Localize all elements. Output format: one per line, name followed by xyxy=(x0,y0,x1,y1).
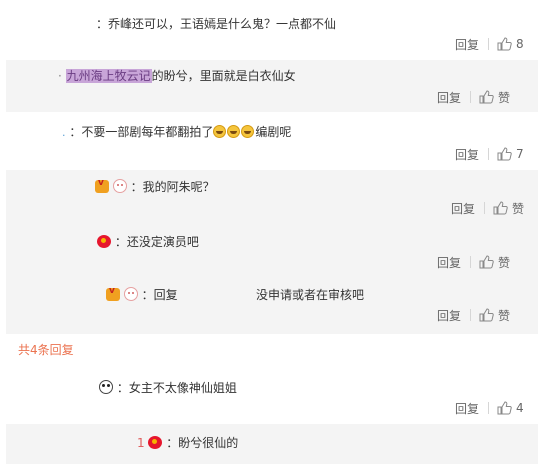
reply-body: 的盼兮，里面就是白衣仙女 xyxy=(151,69,296,83)
thumbs-up-icon xyxy=(479,90,494,104)
divider xyxy=(488,38,490,50)
thumbs-up-icon xyxy=(497,147,512,161)
comment-prefix: . xyxy=(62,126,66,139)
comment-body: ：乔峰还可以，王语嫣是什么鬼？一点都不仙 xyxy=(96,17,337,31)
like-button[interactable]: 7 xyxy=(497,147,524,161)
like-button[interactable]: 赞 xyxy=(479,254,510,271)
like-button[interactable]: 赞 xyxy=(479,307,510,324)
like-label: 赞 xyxy=(498,255,511,270)
weibo-logo-icon xyxy=(97,235,111,248)
like-label: 赞 xyxy=(512,201,525,216)
comment-actions: 回复 4 xyxy=(455,399,524,417)
divider xyxy=(488,402,490,414)
panda-avatar-icon xyxy=(99,380,113,394)
reply-text: ：我的阿朱呢？ xyxy=(95,178,215,195)
reply-body: ：回复 xyxy=(141,288,178,302)
bunny-avatar-icon xyxy=(123,287,138,301)
thumbs-up-icon xyxy=(479,308,494,322)
weibo-logo-icon xyxy=(148,436,163,449)
like-label: 赞 xyxy=(498,90,511,105)
reply-prefix: 1 xyxy=(137,436,145,450)
like-count: 4 xyxy=(516,401,524,415)
divider xyxy=(484,202,486,214)
reply-text: · 九州海上牧云记的盼兮，里面就是白衣仙女 xyxy=(58,67,296,84)
comment-actions: 回复 7 xyxy=(455,145,524,163)
comment-body: ：不要一部剧每年都翻拍了 xyxy=(69,125,214,139)
comment-actions: 回复 8 xyxy=(455,35,524,53)
like-button[interactable]: 赞 xyxy=(479,89,510,106)
thumbs-up-icon xyxy=(479,255,494,269)
reply-body: ：我的阿朱呢？ xyxy=(130,180,215,194)
like-count: 8 xyxy=(516,37,524,51)
reply-button[interactable]: 回复 xyxy=(451,200,475,217)
divider xyxy=(470,256,472,268)
like-count: 7 xyxy=(516,147,524,161)
like-button[interactable]: 赞 xyxy=(493,200,524,217)
reply-prefix: · xyxy=(58,69,62,83)
thumbs-up-icon xyxy=(497,37,512,51)
comment-body: ：女主不太像神仙姐姐 xyxy=(116,381,237,395)
divider xyxy=(470,91,472,103)
reply-button[interactable]: 回复 xyxy=(455,146,479,163)
reply-button[interactable]: 回复 xyxy=(437,254,461,271)
drama-title-highlight[interactable]: 九州海上牧云记 xyxy=(65,69,152,83)
thumbs-up-icon xyxy=(493,201,508,215)
reply-band-3 xyxy=(6,424,538,464)
more-replies-link[interactable]: 共4条回复 xyxy=(18,341,74,358)
vip-badge-icon xyxy=(95,178,109,193)
laugh-cry-emoji xyxy=(241,125,255,138)
reply-button[interactable]: 回复 xyxy=(455,400,479,417)
reply-button[interactable]: 回复 xyxy=(455,36,479,53)
reply-text: ：回复 没申请或者在审核吧 xyxy=(106,286,364,303)
reply-body: ：还没定演员吧 xyxy=(114,235,199,249)
divider xyxy=(470,309,472,321)
comment-body-end: 编剧呢 xyxy=(255,125,292,139)
like-label: 赞 xyxy=(498,308,511,323)
comment-text: ：乔峰还可以，王语嫣是什么鬼？一点都不仙 xyxy=(96,15,336,32)
vip-badge-icon xyxy=(106,286,120,301)
reply-body: ：盼兮很仙的 xyxy=(166,436,239,450)
reply-actions: 回复 赞 xyxy=(437,253,510,271)
reply-body-end: 没申请或者在审核吧 xyxy=(256,288,365,302)
reply-actions: 回复 赞 xyxy=(437,88,510,106)
comment-text: . ：不要一部剧每年都翻拍了 编剧呢 xyxy=(62,123,291,140)
laugh-cry-emoji xyxy=(227,125,241,138)
like-button[interactable]: 8 xyxy=(497,37,524,51)
thumbs-up-icon xyxy=(497,401,512,415)
reply-text: 1 ：盼兮很仙的 xyxy=(137,434,238,451)
reply-button[interactable]: 回复 xyxy=(437,307,461,324)
laugh-cry-emoji xyxy=(213,125,227,138)
bunny-avatar-icon xyxy=(112,179,127,193)
divider xyxy=(488,148,490,160)
like-button[interactable]: 4 xyxy=(497,401,524,415)
comment-text: ：女主不太像神仙姐姐 xyxy=(99,379,237,396)
reply-text: ：还没定演员吧 xyxy=(97,233,199,250)
reply-actions: 回复 赞 xyxy=(437,306,510,324)
reply-button[interactable]: 回复 xyxy=(437,89,461,106)
reply-actions: 回复 赞 xyxy=(451,199,524,217)
